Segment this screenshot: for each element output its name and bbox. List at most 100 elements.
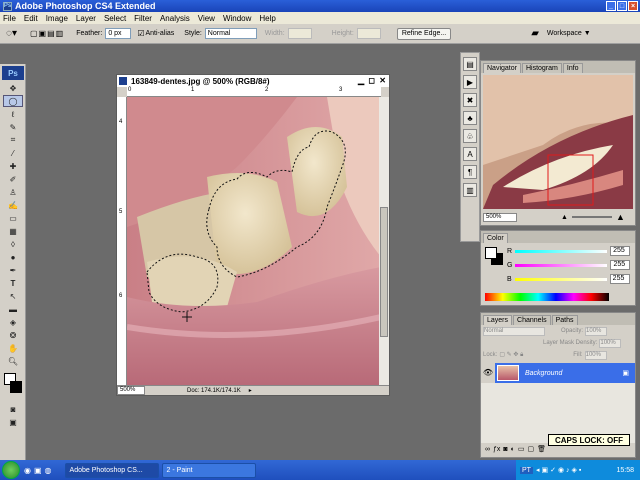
start-button[interactable] xyxy=(2,461,20,479)
document-window-controls[interactable]: ▁ ◻ ✕ xyxy=(358,76,387,85)
eraser-icon[interactable]: ▭ xyxy=(3,212,23,224)
scrollbar-thumb[interactable] xyxy=(380,207,388,337)
link-layers-icon[interactable]: ∞ xyxy=(485,446,490,453)
tab-info[interactable]: Info xyxy=(562,63,583,73)
red-value[interactable]: 255 xyxy=(610,246,631,256)
navigator-thumbnail[interactable] xyxy=(483,75,633,209)
red-slider[interactable] xyxy=(515,249,608,253)
taskbar-item-paint[interactable]: 2 - Paint xyxy=(161,462,256,478)
tab-histogram[interactable]: Histogram xyxy=(521,63,562,73)
menu-layer[interactable]: Layer xyxy=(76,14,96,23)
taskbar-item-photoshop[interactable]: Adobe Photoshop CS... xyxy=(64,462,159,478)
delete-layer-icon[interactable]: 🗑︎ xyxy=(537,445,546,453)
menu-analysis[interactable]: Analysis xyxy=(160,14,190,23)
minimize-button[interactable]: _ xyxy=(606,1,616,11)
image-canvas[interactable] xyxy=(127,97,381,385)
layer-name[interactable]: Background xyxy=(525,370,562,377)
paragraph-panel-icon[interactable]: ¶ xyxy=(463,165,477,179)
clock[interactable]: 15:58 xyxy=(616,467,634,474)
blue-slider[interactable] xyxy=(514,277,607,281)
opacity-value[interactable]: 100% xyxy=(585,326,608,336)
healing-brush-icon[interactable]: ✚ xyxy=(3,160,23,172)
menu-view[interactable]: View xyxy=(198,14,215,23)
menu-file[interactable]: File xyxy=(3,14,16,23)
character-panel-icon[interactable]: A xyxy=(463,147,477,161)
refine-edge-button[interactable]: Refine Edge... xyxy=(396,27,452,40)
actions-panel-icon[interactable]: ▶ xyxy=(463,75,477,89)
lasso-tool-icon[interactable]: ℓ xyxy=(3,108,23,120)
new-group-icon[interactable]: ▭ xyxy=(518,445,525,453)
dodge-tool-icon[interactable]: ● xyxy=(3,251,23,263)
shape-tool-icon[interactable]: ▬ xyxy=(3,303,23,315)
add-mask-icon[interactable]: ◙ xyxy=(503,446,507,453)
zoom-field[interactable]: 500% xyxy=(117,386,145,395)
navigator-zoom-field[interactable]: 500% xyxy=(483,212,517,222)
tool-presets-icon[interactable]: ✖ xyxy=(463,93,477,107)
marquee-tool-icon[interactable]: ◯ xyxy=(3,95,23,107)
eyedropper-icon[interactable]: ⁄ xyxy=(3,147,23,159)
gradient-tool-icon[interactable]: ▦ xyxy=(3,225,23,237)
notes-panel-icon[interactable]: ▥ xyxy=(463,183,477,197)
menu-image[interactable]: Image xyxy=(46,14,68,23)
close-button[interactable]: × xyxy=(628,1,638,11)
visibility-eye-icon[interactable]: 👁︎ xyxy=(481,363,495,383)
green-slider[interactable] xyxy=(515,263,608,267)
zoom-slider[interactable] xyxy=(571,216,612,218)
language-indicator[interactable]: PT xyxy=(520,466,533,474)
brushes-panel-icon[interactable]: ♣ xyxy=(463,111,477,125)
history-brush-icon[interactable]: ✍ xyxy=(3,199,23,211)
maximize-button[interactable]: □ xyxy=(617,1,627,11)
tray-icons[interactable]: ◂▣✓◉♪◈▪ xyxy=(536,466,583,474)
clone-source-icon[interactable]: ♧ xyxy=(463,129,477,143)
background-color-swatch[interactable] xyxy=(10,381,22,393)
3d-rotate-icon[interactable]: ◈ xyxy=(3,316,23,328)
menu-filter[interactable]: Filter xyxy=(134,14,152,23)
blue-value[interactable]: 255 xyxy=(609,274,630,284)
tab-channels[interactable]: Channels xyxy=(513,315,551,325)
document-title-bar[interactable]: 163849-dentes.jpg @ 500% (RGB/8#) ▁ ◻ ✕ xyxy=(117,75,389,87)
vertical-scrollbar[interactable] xyxy=(379,97,389,385)
antialias-checkbox[interactable]: ☑ xyxy=(137,29,144,38)
color-swatches[interactable] xyxy=(2,371,23,399)
new-layer-icon[interactable]: ▢ xyxy=(528,445,535,453)
selection-mode-icons[interactable]: ▢▣▤▥ xyxy=(30,29,64,38)
tab-layers[interactable]: Layers xyxy=(483,315,513,325)
tab-color[interactable]: Color xyxy=(483,233,508,243)
path-selection-icon[interactable]: ↖ xyxy=(3,290,23,302)
layer-row[interactable]: 👁︎ Background ▣ xyxy=(481,363,635,383)
lock-icons[interactable]: ▢ ✎ ✥ 🔒︎ xyxy=(499,351,523,359)
screen-mode-icon[interactable]: ▣ xyxy=(3,416,23,428)
zoom-out-icon[interactable]: ▲ xyxy=(561,214,568,221)
menu-help[interactable]: Help xyxy=(259,14,275,23)
color-fg-swatch[interactable] xyxy=(485,247,497,259)
clone-stamp-icon[interactable]: ♙ xyxy=(3,186,23,198)
zoom-tool-icon[interactable]: 🔍︎ xyxy=(3,355,23,367)
green-value[interactable]: 255 xyxy=(610,260,631,270)
blur-tool-icon[interactable]: ◊ xyxy=(3,238,23,250)
tab-paths[interactable]: Paths xyxy=(551,315,578,325)
move-tool-icon[interactable]: ✥ xyxy=(3,82,23,94)
pen-tool-icon[interactable]: ✒ xyxy=(3,264,23,276)
status-menu-arrow-icon[interactable]: ▸ xyxy=(249,387,252,394)
workspace-menu[interactable]: Workspace ▼ xyxy=(547,30,591,37)
workspace-icon[interactable]: ▰ xyxy=(531,28,539,39)
feather-input[interactable]: 0 px xyxy=(105,28,132,39)
menu-window[interactable]: Window xyxy=(223,14,251,23)
3d-orbit-icon[interactable]: ❂ xyxy=(3,329,23,341)
tab-navigator[interactable]: Navigator xyxy=(483,63,521,73)
menu-edit[interactable]: Edit xyxy=(24,14,38,23)
quick-mask-icon[interactable]: ◙ xyxy=(3,403,23,415)
tool-preset-icon[interactable]: ◌▾ xyxy=(6,28,26,39)
menu-select[interactable]: Select xyxy=(104,14,126,23)
quicklaunch-icons[interactable]: ◉▣◍ xyxy=(24,466,55,475)
type-tool-icon[interactable]: T xyxy=(3,277,23,289)
layer-style-icon[interactable]: ƒx xyxy=(493,446,500,453)
blend-mode-select[interactable]: Normal xyxy=(483,326,545,336)
hand-tool-icon[interactable]: ✋ xyxy=(3,342,23,354)
brush-tool-icon[interactable]: ✐ xyxy=(3,173,23,185)
adjustment-layer-icon[interactable]: ◐ xyxy=(511,446,515,453)
mask-density-value[interactable]: 100% xyxy=(599,338,622,348)
color-spectrum-bar[interactable] xyxy=(485,293,609,301)
history-panel-icon[interactable]: ▤ xyxy=(463,57,477,71)
zoom-in-icon[interactable]: ▲ xyxy=(616,212,625,222)
